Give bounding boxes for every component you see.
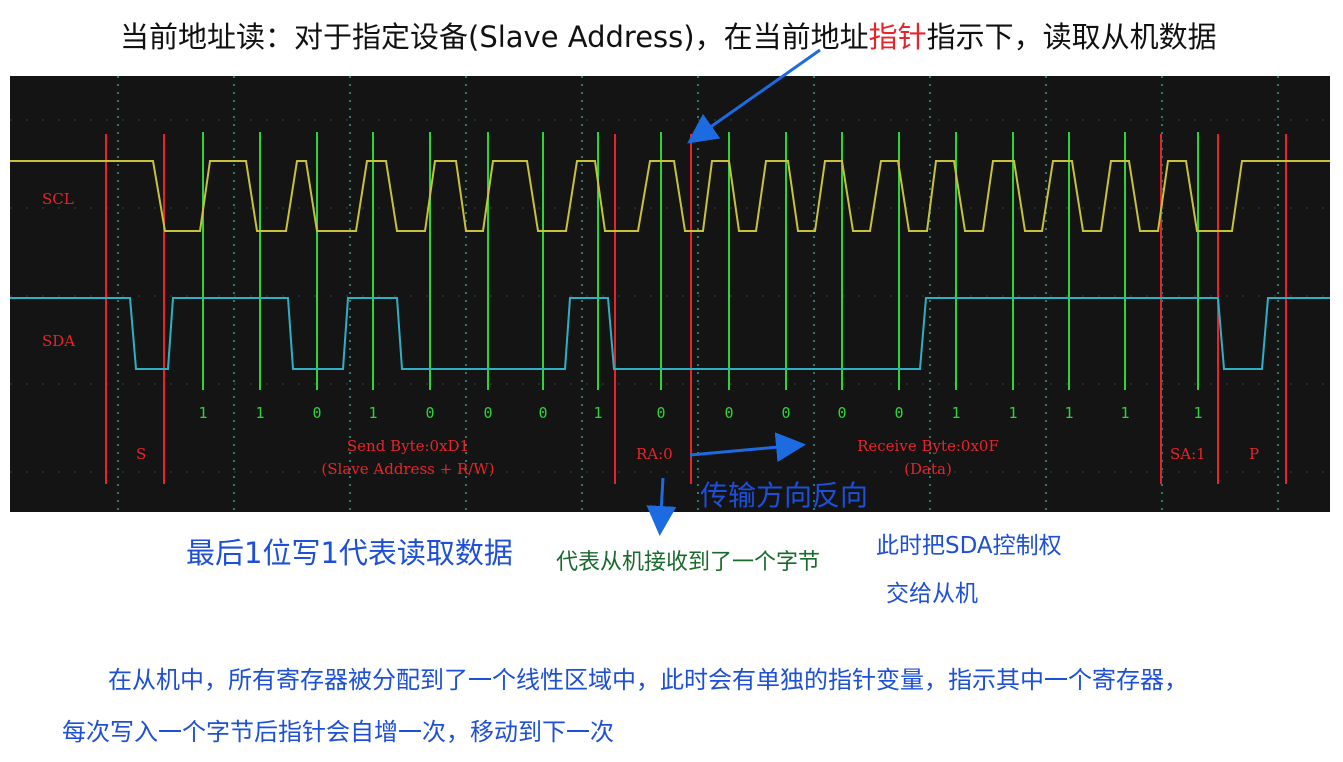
ack-note: 代表从机接收到了一个字节 — [556, 550, 821, 575]
start-label: S — [136, 445, 146, 463]
bit-value: 1 — [1064, 404, 1073, 422]
scl-label: SCL — [42, 190, 74, 208]
title-prefix: 当前地址读：对于指定设备(Slave Address)，在当前地址 — [120, 20, 869, 54]
bit-value: 0 — [724, 404, 733, 422]
bit-value: 0 — [894, 404, 903, 422]
title-suffix: 指示下，读取从机数据 — [926, 20, 1217, 54]
paragraph-line2: 每次写入一个字节后指针会自增一次，移动到下一次 — [62, 718, 614, 746]
receive-byte-sub-label: (Data) — [904, 460, 952, 478]
bit-value: 1 — [1008, 404, 1017, 422]
bit-value: 0 — [781, 404, 790, 422]
bit-value: 1 — [1120, 404, 1129, 422]
oscilloscope-capture: SCL SDA 1 1 0 1 0 0 0 1 0 0 0 0 0 1 1 1 1 1 S Send Byte:0… — [10, 76, 1330, 512]
bit-value: 1 — [198, 404, 207, 422]
direction-note: 传输方向反向 — [700, 479, 869, 512]
sda-label: SDA — [42, 332, 75, 350]
bit-value: 0 — [483, 404, 492, 422]
bit-value: 1 — [951, 404, 960, 422]
bit-value: 0 — [656, 404, 665, 422]
receive-byte-label: Receive Byte:0x0F — [857, 437, 999, 455]
bit-value: 0 — [425, 404, 434, 422]
bit-value: 1 — [593, 404, 602, 422]
sender-ack-label: SA:1 — [1170, 445, 1206, 463]
stop-label: P — [1249, 445, 1259, 463]
bit-value: 0 — [312, 404, 321, 422]
receiver-ack-label: RA:0 — [636, 445, 673, 463]
control-note-line2: 交给从机 — [886, 581, 978, 607]
send-byte-sub-label: (Slave Address + R/W) — [321, 460, 494, 478]
paragraph-line1: 在从机中，所有寄存器被分配到了一个线性区域中，此时会有单独的指针变量，指示其中一… — [108, 666, 1188, 694]
send-byte-label: Send Byte:0xD1 — [347, 437, 469, 455]
page-title: 当前地址读：对于指定设备(Slave Address)，在当前地址指针指示下，读… — [120, 14, 1320, 56]
bit-value: 1 — [255, 404, 264, 422]
last-bit-note: 最后1位写1代表读取数据 — [186, 536, 513, 570]
bit-value: 0 — [837, 404, 846, 422]
bit-value: 1 — [1193, 404, 1202, 422]
control-note-line1: 此时把SDA控制权 — [876, 533, 1062, 559]
bit-value: 1 — [368, 404, 377, 422]
title-highlight: 指针 — [868, 20, 927, 54]
bit-value: 0 — [538, 404, 547, 422]
